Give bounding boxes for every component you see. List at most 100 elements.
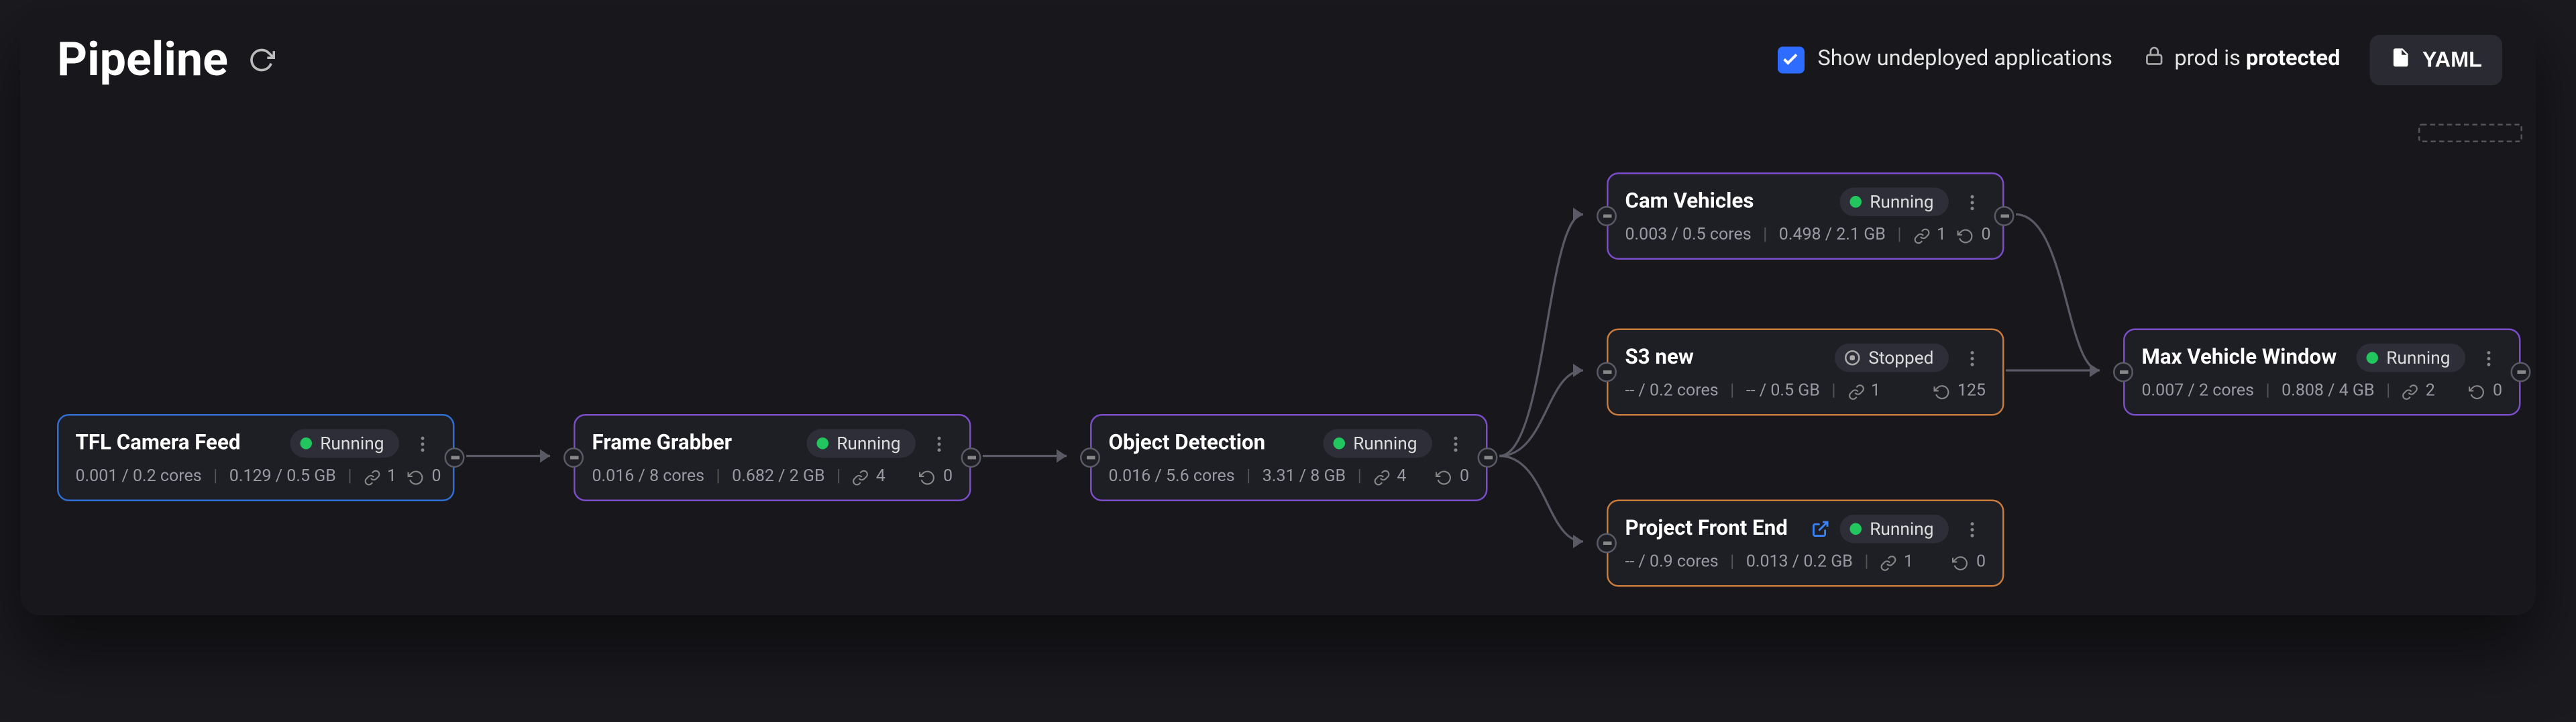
restart-icon: [1958, 227, 1975, 244]
node-links: 1: [387, 468, 396, 486]
restart-icon: [1934, 383, 1951, 400]
node-status-badge: Running: [1839, 515, 1949, 544]
node-menu-button[interactable]: [1959, 190, 1986, 213]
show-undeployed-checkbox[interactable]: Show undeployed applications: [1777, 46, 2112, 72]
node-cores: 0.016 / 8 cores: [592, 468, 705, 486]
node-status-label: Running: [320, 433, 384, 455]
node-title: TFL Camera Feed: [76, 431, 280, 456]
node-status-label: Stopped: [1868, 347, 1933, 369]
pipeline-node-front[interactable]: Project Front End Running -- / 0.9 cores…: [1607, 500, 2004, 587]
node-cores: 0.003 / 0.5 cores: [1625, 226, 1752, 245]
node-restarts: 0: [1460, 468, 1469, 486]
node-restarts: 125: [1957, 382, 1986, 401]
node-port-in[interactable]: [1080, 448, 1100, 468]
node-status-badge: Running: [806, 429, 916, 458]
environment-status: prod is protected: [2143, 45, 2341, 74]
node-menu-button[interactable]: [2475, 346, 2502, 370]
restart-icon: [1953, 554, 1970, 571]
restart-icon: [1436, 468, 1453, 485]
node-links: 1: [1937, 226, 1946, 245]
node-status-label: Running: [1870, 518, 1933, 540]
node-title: S3 new: [1625, 346, 1825, 371]
restart-icon: [920, 468, 936, 485]
pipeline-canvas[interactable]: TFL Camera Feed Running 0.001 / 0.2 core…: [20, 102, 2536, 615]
node-memory: 0.498 / 2.1 GB: [1779, 226, 1886, 245]
restart-icon: [2469, 383, 2486, 400]
node-cores: -- / 0.9 cores: [1625, 554, 1719, 572]
node-restarts: 0: [1982, 226, 1991, 245]
link-icon: [2402, 383, 2419, 400]
link-icon: [1913, 227, 1930, 244]
node-restarts: 0: [1976, 554, 1986, 572]
file-icon: [2390, 46, 2412, 72]
pipeline-node-s3[interactable]: S3 new Stopped -- / 0.2 cores | -- / 0.5…: [1607, 329, 2004, 416]
refresh-icon[interactable]: [248, 46, 275, 72]
node-port-in[interactable]: [1597, 533, 1617, 554]
node-port-out[interactable]: [445, 448, 465, 468]
node-restarts: 0: [2493, 382, 2502, 401]
node-title: Frame Grabber: [592, 431, 797, 456]
node-menu-button[interactable]: [1442, 431, 1469, 455]
node-menu-button[interactable]: [409, 431, 436, 455]
node-port-in[interactable]: [1597, 362, 1617, 382]
node-port-in[interactable]: [1597, 206, 1617, 226]
yaml-button[interactable]: YAML: [2370, 34, 2502, 85]
node-restarts: 0: [943, 468, 953, 486]
node-status-label: Running: [1870, 191, 1933, 213]
node-links: 1: [1871, 382, 1880, 401]
node-cores: 0.016 / 5.6 cores: [1109, 468, 1235, 486]
pipeline-node-tfl[interactable]: TFL Camera Feed Running 0.001 / 0.2 core…: [57, 414, 455, 501]
node-title: Max Vehicle Window: [2142, 346, 2347, 371]
lock-icon: [2143, 45, 2165, 74]
node-menu-button[interactable]: [926, 431, 953, 455]
link-icon: [364, 468, 380, 485]
restart-icon: [409, 468, 425, 485]
checkbox-check-icon: [1777, 46, 1804, 72]
node-cores: -- / 0.2 cores: [1625, 382, 1719, 401]
node-memory: 0.682 / 2 GB: [732, 468, 824, 486]
link-icon: [1847, 383, 1864, 400]
node-status-label: Running: [837, 433, 900, 455]
yaml-button-label: YAML: [2422, 47, 2482, 72]
node-status-label: Running: [1353, 433, 1417, 455]
show-undeployed-label: Show undeployed applications: [1817, 47, 2112, 72]
env-status-value: protected: [2246, 47, 2340, 72]
node-status-badge: Running: [1323, 429, 1432, 458]
pipeline-node-object[interactable]: Object Detection Running 0.016 / 5.6 cor…: [1090, 414, 1488, 501]
pipeline-node-cam[interactable]: Cam Vehicles Running 0.003 / 0.5 cores |…: [1607, 172, 2004, 260]
node-title: Project Front End: [1625, 517, 1798, 542]
node-memory: 0.808 / 4 GB: [2282, 382, 2374, 401]
node-menu-button[interactable]: [1959, 517, 1986, 541]
pipeline-node-frame[interactable]: Frame Grabber Running 0.016 / 8 cores | …: [574, 414, 971, 501]
node-port-in[interactable]: [2113, 362, 2133, 382]
pipeline-node-max[interactable]: Max Vehicle Window Running 0.007 / 2 cor…: [2123, 329, 2521, 416]
node-title: Cam Vehicles: [1625, 189, 1830, 215]
env-status-prefix: prod is: [2174, 47, 2246, 72]
node-links: 4: [1397, 468, 1406, 486]
page-title: Pipeline: [57, 32, 228, 87]
header-bar: Pipeline Show undeployed applications pr…: [20, 8, 2536, 104]
link-icon: [1373, 468, 1390, 485]
node-status-label: Running: [2386, 347, 2450, 369]
node-status-badge: Stopped: [1835, 344, 1949, 372]
node-status-badge: Running: [290, 429, 399, 458]
node-cores: 0.007 / 2 cores: [2142, 382, 2255, 401]
node-links: 1: [1904, 554, 1913, 572]
node-port-out[interactable]: [961, 448, 981, 468]
node-port-out[interactable]: [1478, 448, 1498, 468]
node-menu-button[interactable]: [1959, 346, 1986, 370]
node-port-out[interactable]: [2511, 362, 2531, 382]
node-memory: 0.013 / 0.2 GB: [1746, 554, 1853, 572]
node-port-in[interactable]: [564, 448, 584, 468]
link-icon: [1880, 554, 1897, 571]
node-memory: -- / 0.5 GB: [1746, 382, 1820, 401]
minimap-placeholder: [2418, 124, 2522, 143]
node-links: 4: [876, 468, 885, 486]
node-memory: 0.129 / 0.5 GB: [229, 468, 336, 486]
external-link-icon[interactable]: [1811, 520, 1830, 539]
node-status-badge: Running: [2356, 344, 2465, 372]
node-port-out[interactable]: [1994, 206, 2015, 226]
node-title: Object Detection: [1109, 431, 1313, 456]
link-icon: [853, 468, 869, 485]
node-cores: 0.001 / 0.2 cores: [76, 468, 202, 486]
